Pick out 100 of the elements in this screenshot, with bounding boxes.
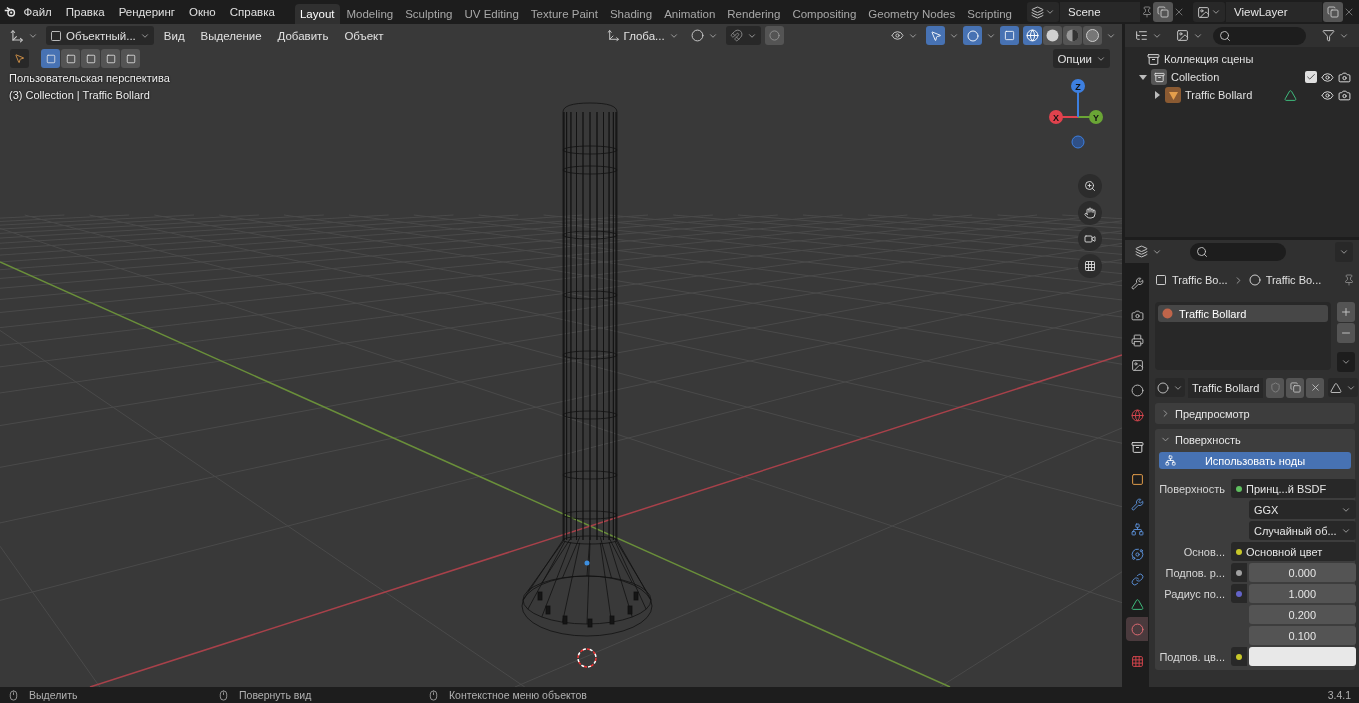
workspace-tab[interactable]: Layout xyxy=(294,3,340,24)
menu-item[interactable]: Файл xyxy=(17,3,58,21)
workspace-tab[interactable]: Animation xyxy=(659,3,721,24)
pin-icon[interactable] xyxy=(1343,274,1355,286)
remove-slot-button[interactable] xyxy=(1337,323,1355,343)
view-layer-selector-button[interactable] xyxy=(1193,2,1225,22)
workspace-tab[interactable]: Geometry Nodes xyxy=(863,3,961,24)
socket-button[interactable] xyxy=(1231,647,1247,666)
expanded-arrow-icon[interactable] xyxy=(1139,73,1147,81)
breadcrumb-item[interactable]: Traffic Bo... xyxy=(1265,274,1322,286)
orientation-dropdown[interactable]: Глоба... xyxy=(602,26,683,45)
browse-material-button[interactable] xyxy=(1155,378,1185,397)
link-dropdown[interactable] xyxy=(1328,378,1359,397)
close-icon[interactable] xyxy=(1343,6,1355,18)
images-icon xyxy=(1176,29,1189,42)
menu-item[interactable]: Правка xyxy=(59,3,111,21)
gizmo-toggle[interactable] xyxy=(926,26,945,45)
menu-item[interactable]: Добавить xyxy=(271,26,335,45)
collapsed-arrow-icon[interactable] xyxy=(1153,91,1161,99)
camera-icon[interactable] xyxy=(1338,70,1351,84)
workspace-tab[interactable]: Texture Paint xyxy=(525,3,603,24)
material-slot[interactable]: Traffic Bollard xyxy=(1158,305,1328,322)
linked-node-field[interactable]: Принц...й BSDF xyxy=(1231,479,1356,498)
menu-item[interactable]: Справка xyxy=(223,3,281,21)
search-field[interactable] xyxy=(1213,26,1306,45)
exclude-checkbox[interactable] xyxy=(1305,71,1317,83)
status-hint: Выделить xyxy=(29,689,78,701)
selection-mode-button[interactable] xyxy=(81,49,100,68)
camera-view-button[interactable] xyxy=(1078,227,1102,251)
tree-item-label[interactable]: Коллекция сцены xyxy=(1164,53,1254,65)
selection-mode-button[interactable] xyxy=(101,49,120,68)
scene-name-field[interactable]: Scene xyxy=(1060,2,1140,22)
search-icon xyxy=(1196,245,1208,258)
workspace-tab[interactable]: Modeling xyxy=(341,3,399,24)
menu-item[interactable]: Окно xyxy=(183,3,222,21)
add-slot-button[interactable] xyxy=(1337,302,1355,322)
mode-dropdown[interactable]: Объектный... xyxy=(46,26,154,45)
workspace-tab[interactable]: Rendering xyxy=(722,3,786,24)
selection-mode-button[interactable] xyxy=(121,49,140,68)
shading-mode-button[interactable] xyxy=(1043,26,1062,45)
unlink-button[interactable] xyxy=(1306,377,1325,398)
panel-title[interactable]: Предпросмотр xyxy=(1175,407,1250,420)
eye-icon[interactable] xyxy=(1321,70,1334,84)
workspace-tab[interactable]: Sculpting xyxy=(400,3,458,24)
menu-item[interactable]: Объект xyxy=(338,26,390,45)
dropdown[interactable]: GGX xyxy=(1249,500,1356,519)
number-field[interactable]: 1.000 xyxy=(1249,584,1356,603)
menu-item[interactable]: Рендеринг xyxy=(112,3,182,21)
color-swatch[interactable] xyxy=(1249,647,1356,666)
breadcrumb-item[interactable]: Traffic Bo... xyxy=(1172,274,1228,286)
mouse-icon xyxy=(218,689,229,701)
sphere-icon xyxy=(1157,381,1169,394)
options-dropdown[interactable]: Опции xyxy=(1053,49,1110,68)
snap-button[interactable] xyxy=(725,26,761,45)
linked-node-field[interactable]: Основной цвет xyxy=(1231,542,1356,561)
tree-item-label[interactable]: Collection xyxy=(1171,71,1220,83)
orbit-icon xyxy=(1130,547,1144,561)
duplicate-button[interactable] xyxy=(1286,377,1305,398)
workspace-tab[interactable]: UV Editing xyxy=(459,3,524,24)
menu-item[interactable]: Вид xyxy=(157,26,191,45)
fake-user-button[interactable] xyxy=(1266,377,1285,398)
number-field[interactable]: 0.000 xyxy=(1249,563,1356,582)
navigation-gizmo[interactable]: X Y Z xyxy=(1049,79,1103,149)
shading-mode-button[interactable] xyxy=(1083,26,1102,45)
new-view-layer-button[interactable] xyxy=(1323,2,1343,22)
logo-icon[interactable] xyxy=(4,5,16,19)
camera-icon[interactable] xyxy=(1338,88,1351,102)
new-scene-button[interactable] xyxy=(1153,2,1173,22)
workspace-tab[interactable]: Scripting xyxy=(962,3,1017,24)
eye-icon[interactable] xyxy=(1321,88,1334,102)
close-icon[interactable] xyxy=(1173,6,1185,18)
number-field[interactable]: 0.100 xyxy=(1249,626,1356,645)
tree-item-label[interactable]: Traffic Bollard xyxy=(1185,89,1253,101)
xray-toggle[interactable] xyxy=(1000,26,1019,45)
menu-item[interactable]: Выделение xyxy=(194,26,268,45)
shading-mode-button[interactable] xyxy=(1023,26,1042,45)
view-layer-name-field[interactable]: ViewLayer xyxy=(1226,2,1322,22)
pin-icon[interactable] xyxy=(1141,6,1153,18)
selection-mode-button[interactable] xyxy=(61,49,80,68)
shading-mode-button[interactable] xyxy=(1063,26,1082,45)
overlay-toggle[interactable] xyxy=(963,26,982,45)
select-tool-button[interactable] xyxy=(10,49,29,68)
projection-button[interactable] xyxy=(1078,254,1102,278)
images-icon xyxy=(1130,358,1144,372)
selection-mode-button[interactable] xyxy=(41,49,60,68)
pan-button[interactable] xyxy=(1078,201,1102,225)
checker-icon xyxy=(1130,654,1144,668)
material-name-field[interactable]: Traffic Bollard xyxy=(1188,377,1264,398)
3d-cursor-icon[interactable] xyxy=(577,648,597,668)
use-nodes-button[interactable]: Использовать ноды xyxy=(1159,452,1351,469)
scene-selector-button[interactable] xyxy=(1027,2,1059,22)
workspace-tab[interactable]: Shading xyxy=(604,3,658,24)
zoom-button[interactable] xyxy=(1078,174,1102,198)
proportional-edit-button[interactable] xyxy=(764,26,784,45)
workspace-tab[interactable]: Compositing xyxy=(787,3,862,24)
search-field[interactable] xyxy=(1190,242,1286,261)
dropdown[interactable]: Случайный об... xyxy=(1249,521,1356,540)
number-field[interactable]: 0.200 xyxy=(1249,605,1356,624)
socket-button[interactable] xyxy=(1231,563,1247,582)
panel-title[interactable]: Поверхность xyxy=(1175,433,1241,446)
